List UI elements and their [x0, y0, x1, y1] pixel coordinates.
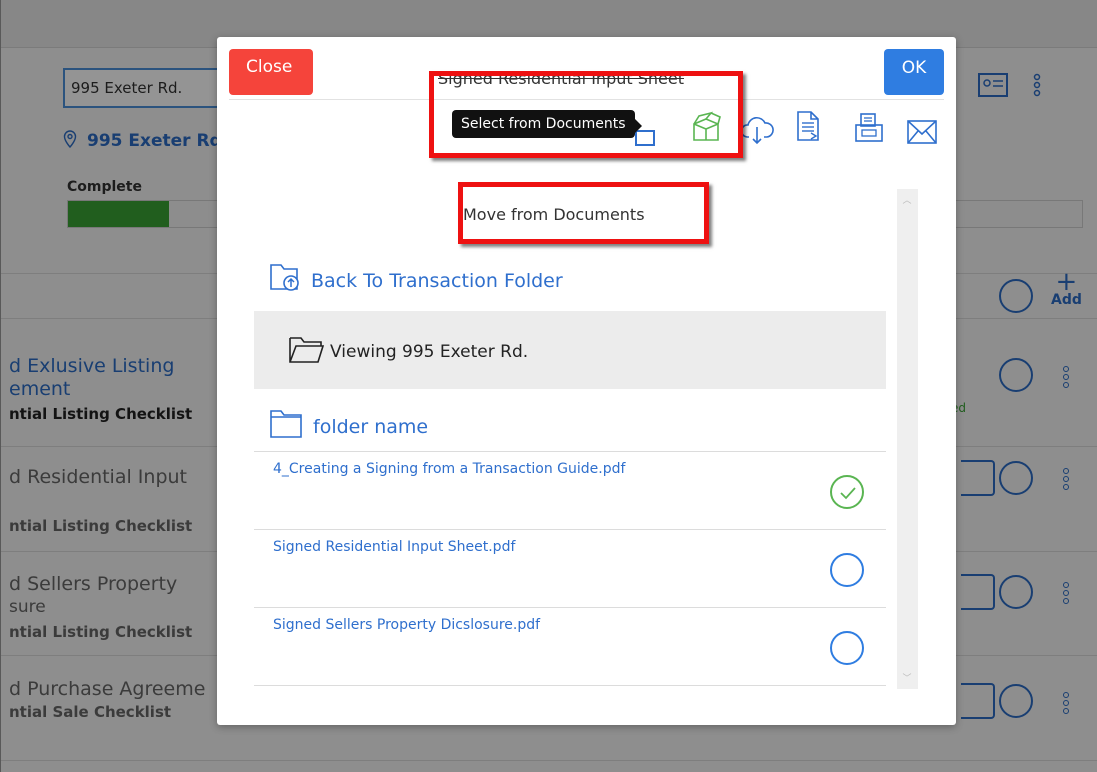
current-folder-text: Viewing 995 Exeter Rd. — [330, 342, 529, 362]
file-name[interactable]: 4_Creating a Signing from a Transaction … — [273, 461, 625, 477]
move-documents-dialog: Close Signed Residential Input Sheet OK … — [217, 37, 956, 725]
file-select-checkbox[interactable] — [830, 631, 864, 665]
folder-item[interactable]: folder name — [269, 407, 428, 439]
folder-icon — [270, 410, 302, 438]
file-select-checkbox[interactable] — [830, 553, 864, 587]
file-name[interactable]: Signed Residential Input Sheet.pdf — [273, 539, 515, 555]
folder-name-label: folder name — [313, 416, 429, 438]
ok-button[interactable]: OK — [884, 49, 944, 95]
back-to-folder-link[interactable]: Back To Transaction Folder — [269, 261, 563, 293]
file-row[interactable]: Signed Sellers Property Dicslosure.pdf — [254, 607, 886, 685]
highlight-box-heading — [458, 182, 709, 244]
checkmark-icon — [840, 487, 856, 500]
close-button[interactable]: Close — [229, 49, 313, 95]
highlight-box-toolbar — [429, 71, 743, 158]
folder-up-icon — [270, 264, 299, 291]
folder-icon — [289, 337, 325, 363]
file-row[interactable]: Signed Residential Input Sheet.pdf — [254, 529, 886, 607]
current-folder-label: Viewing 995 Exeter Rd. — [288, 333, 528, 365]
current-folder-row: Viewing 995 Exeter Rd. — [254, 311, 886, 389]
back-link-label: Back To Transaction Folder — [311, 270, 563, 292]
file-selected-checkbox[interactable] — [830, 475, 864, 509]
file-name[interactable]: Signed Sellers Property Dicslosure.pdf — [273, 617, 540, 633]
list-separator — [254, 685, 886, 686]
fax-icon[interactable] — [852, 111, 886, 145]
envelope-icon[interactable] — [905, 115, 939, 149]
scrollbar[interactable]: ︿ ﹀ — [897, 189, 918, 689]
file-row[interactable]: 4_Creating a Signing from a Transaction … — [254, 451, 886, 529]
scroll-up-arrow[interactable]: ︿ — [902, 193, 912, 206]
cloud-download-icon[interactable] — [740, 113, 774, 147]
scroll-down-arrow[interactable]: ﹀ — [902, 671, 912, 684]
file-list-icon[interactable] — [791, 109, 825, 143]
